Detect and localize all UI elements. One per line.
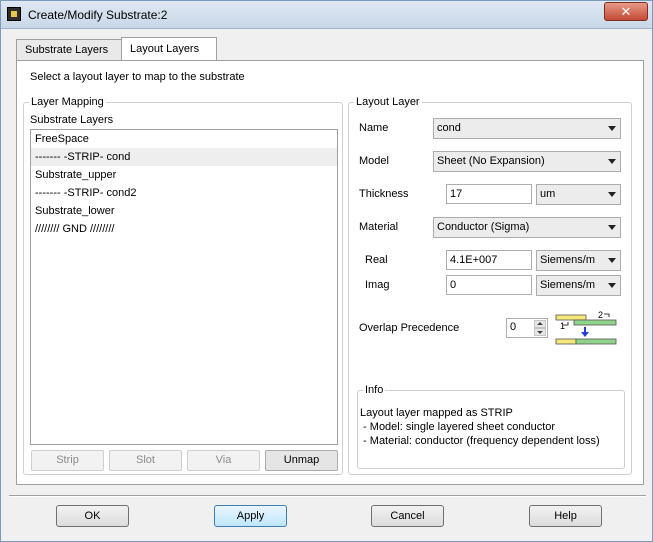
stepper-down-icon[interactable]	[534, 328, 546, 336]
chevron-down-icon	[608, 258, 616, 263]
model-label: Model	[359, 155, 389, 167]
thickness-unit-value: um	[540, 188, 556, 200]
real-input[interactable]: 4.1E+007	[446, 250, 532, 270]
thickness-unit-dropdown[interactable]: um	[536, 184, 621, 205]
list-item[interactable]: ------- -STRIP- cond2	[31, 184, 337, 202]
chevron-down-icon	[608, 192, 616, 197]
ok-button[interactable]: OK	[56, 505, 129, 527]
imag-unit-dropdown[interactable]: Siemens/m	[536, 275, 621, 296]
close-icon: ✕	[620, 4, 632, 19]
imag-unit-value: Siemens/m	[540, 279, 596, 291]
thickness-label: Thickness	[359, 188, 409, 200]
via-button[interactable]: Via	[187, 450, 260, 471]
model-dropdown[interactable]: Sheet (No Expansion)	[433, 151, 621, 172]
imag-input[interactable]: 0	[446, 275, 532, 295]
stepper-up-icon[interactable]	[534, 320, 546, 328]
list-item[interactable]: FreeSpace	[31, 130, 337, 148]
slot-button[interactable]: Slot	[109, 450, 182, 471]
diagram-label-1: 1	[560, 321, 565, 331]
diagram-label-2: 2	[598, 310, 603, 320]
tab-panel-layout-layers: Select a layout layer to map to the subs…	[16, 60, 644, 485]
overlap-precedence-value: 0	[510, 321, 517, 333]
instruction-text: Select a layout layer to map to the subs…	[30, 71, 245, 83]
chevron-down-icon	[608, 159, 616, 164]
overlap-diagram-icon: 1 2	[555, 310, 617, 345]
button-divider	[9, 495, 646, 497]
layer-1-top-shape	[555, 314, 587, 321]
title-bar[interactable]: Create/Modify Substrate:2 ✕	[1, 1, 652, 29]
close-button[interactable]: ✕	[604, 2, 648, 21]
info-line: - Model: single layered sheet conductor	[360, 421, 556, 433]
list-item[interactable]: Substrate_upper	[31, 166, 337, 184]
help-button[interactable]: Help	[529, 505, 602, 527]
list-item-selected[interactable]: ------- -STRIP- cond	[31, 148, 337, 166]
layer-2-top-shape	[573, 319, 617, 326]
overlap-precedence-label: Overlap Precedence	[359, 322, 460, 334]
layer-mapping-title: Layer Mapping	[29, 96, 106, 108]
info-title: Info	[363, 384, 386, 396]
arrow-down-icon	[581, 332, 589, 337]
real-label: Real	[365, 254, 388, 266]
diagram-marker-2	[604, 313, 610, 317]
tab-substrate-layers[interactable]: Substrate Layers	[16, 39, 122, 61]
chevron-down-icon	[608, 225, 616, 230]
cancel-button[interactable]: Cancel	[371, 505, 444, 527]
name-label: Name	[359, 122, 389, 134]
unmap-button[interactable]: Unmap	[265, 450, 338, 471]
thickness-input[interactable]: 17	[446, 184, 532, 204]
list-item[interactable]: //////// GND ////////	[31, 220, 337, 238]
overlap-precedence-stepper[interactable]: 0	[506, 318, 548, 338]
apply-button[interactable]: Apply	[214, 505, 287, 527]
name-dropdown[interactable]: cond	[433, 118, 621, 139]
list-item[interactable]: Substrate_lower	[31, 202, 337, 220]
material-dropdown[interactable]: Conductor (Sigma)	[433, 217, 621, 238]
app-icon	[7, 7, 21, 21]
chevron-down-icon	[608, 283, 616, 288]
model-dropdown-value: Sheet (No Expansion)	[437, 155, 545, 167]
dialog-window: Create/Modify Substrate:2 ✕ Substrate La…	[0, 0, 653, 542]
info-line: Layout layer mapped as STRIP	[360, 407, 513, 419]
material-dropdown-value: Conductor (Sigma)	[437, 221, 530, 233]
layout-layer-title: Layout Layer	[354, 96, 422, 108]
real-unit-value: Siemens/m	[540, 254, 596, 266]
info-line: - Material: conductor (frequency depende…	[360, 435, 600, 447]
name-dropdown-value: cond	[437, 122, 461, 134]
layer-1-bottom-shape	[555, 338, 577, 345]
chevron-down-icon	[608, 126, 616, 131]
strip-button[interactable]: Strip	[31, 450, 104, 471]
material-label: Material	[359, 221, 399, 233]
window-title: Create/Modify Substrate:2	[28, 8, 168, 22]
real-unit-dropdown[interactable]: Siemens/m	[536, 250, 621, 271]
substrate-layers-label: Substrate Layers	[30, 114, 114, 126]
tab-layout-layers[interactable]: Layout Layers	[121, 37, 217, 61]
layer-2-bottom-shape	[575, 338, 617, 345]
substrate-layers-list[interactable]: FreeSpace ------- -STRIP- cond Substrate…	[30, 129, 338, 445]
imag-label: Imag	[365, 279, 390, 291]
